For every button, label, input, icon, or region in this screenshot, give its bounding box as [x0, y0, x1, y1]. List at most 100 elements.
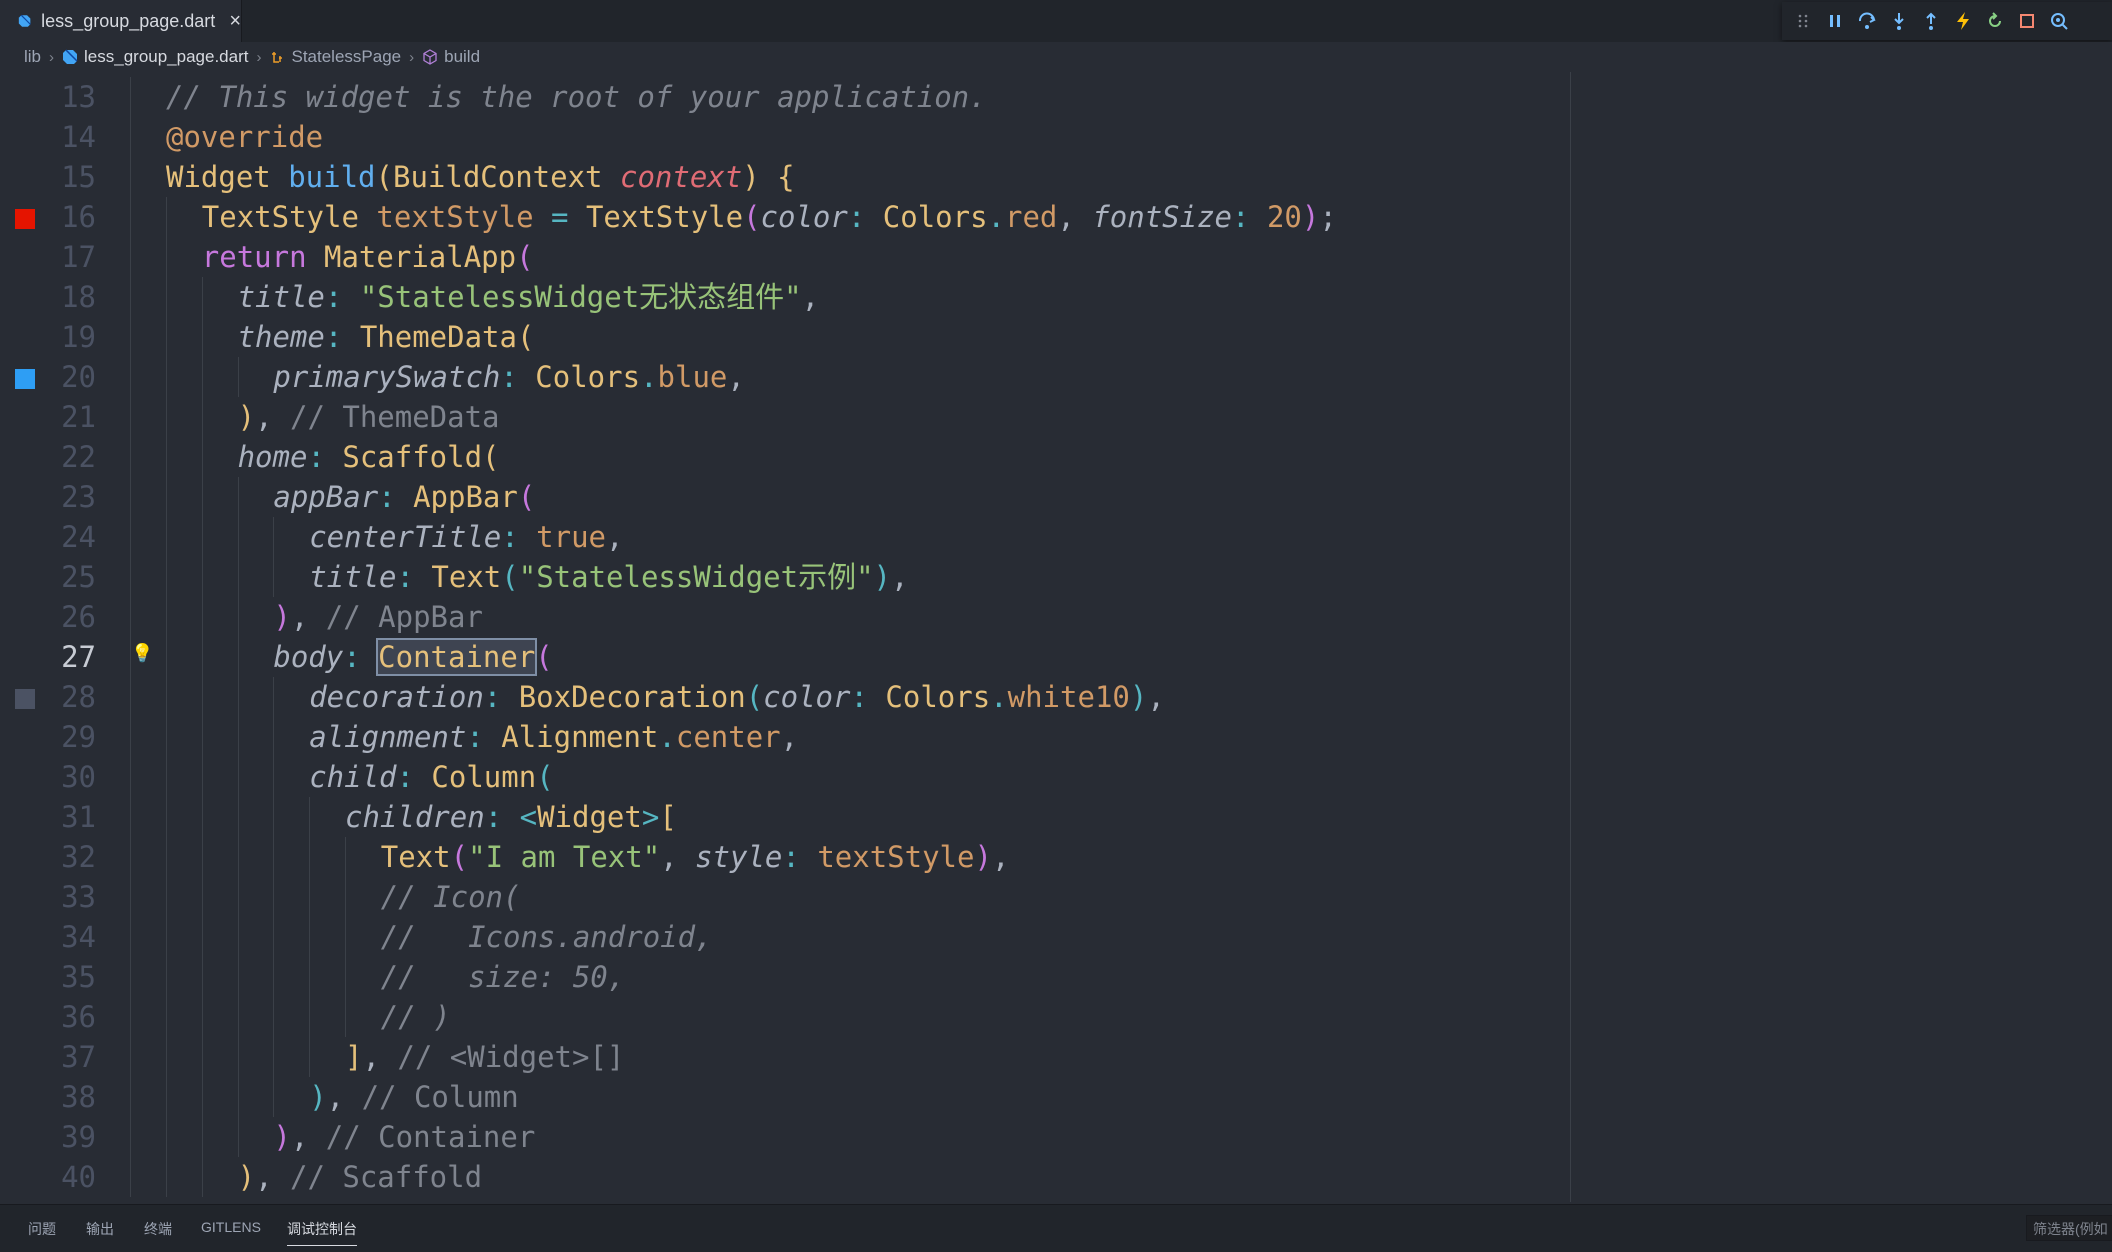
tab-debug-console[interactable]: 调试控制台	[287, 1219, 357, 1246]
code-line[interactable]: // size: 50,	[381, 957, 625, 997]
code-line[interactable]: // )	[381, 997, 451, 1037]
indent-guide	[237, 557, 239, 597]
code-line[interactable]: ), // Column	[309, 1077, 519, 1117]
line-number: 13	[61, 80, 96, 114]
gutter-line[interactable]: 39	[0, 1117, 130, 1157]
tab-terminal[interactable]: 终端	[144, 1219, 172, 1245]
code-line[interactable]: Widget build(BuildContext context) {	[166, 157, 795, 197]
gutter-line[interactable]: 28	[0, 677, 130, 717]
gutter-line[interactable]: 24	[0, 517, 130, 557]
gutter-line[interactable]: 37	[0, 1037, 130, 1077]
code-line[interactable]: return MaterialApp(	[202, 237, 534, 277]
code-line[interactable]: body: Container(	[273, 637, 553, 677]
code-line[interactable]: decoration: BoxDecoration(color: Colors.…	[309, 677, 1165, 717]
code-line[interactable]: ), // AppBar	[273, 597, 483, 637]
breadcrumb-item-class[interactable]: StatelessPage	[269, 47, 401, 67]
tab-problems[interactable]: 问题	[28, 1219, 56, 1245]
drag-handle-icon[interactable]	[1792, 10, 1814, 32]
step-out-icon[interactable]	[1920, 10, 1942, 32]
code-line[interactable]: ), // ThemeData	[238, 397, 500, 437]
line-number: 22	[61, 440, 96, 474]
gutter-line[interactable]: 17	[0, 237, 130, 277]
gutter-line[interactable]: 34	[0, 917, 130, 957]
hot-reload-icon[interactable]	[1952, 10, 1974, 32]
editor-ruler	[1570, 72, 1571, 1202]
gutter-line[interactable]: 26	[0, 597, 130, 637]
code-line[interactable]: appBar: AppBar(	[273, 477, 535, 517]
gutter-line[interactable]: 40	[0, 1157, 130, 1197]
tab-less-group-page[interactable]: less_group_page.dart ×	[0, 0, 242, 42]
code-line[interactable]: Text("I am Text", style: textStyle),	[381, 837, 1010, 877]
code-line[interactable]: TextStyle textStyle = TextStyle(color: C…	[202, 197, 1337, 237]
code-token: home	[237, 440, 308, 474]
breakpoint-gray-icon[interactable]	[15, 689, 35, 709]
tab-gitlens[interactable]: GITLENS	[201, 1219, 261, 1241]
pause-icon[interactable]	[1824, 10, 1846, 32]
code-line[interactable]: primarySwatch: Colors.blue,	[273, 357, 744, 397]
code-token: :	[850, 680, 886, 714]
lightbulb-icon[interactable]: 💡	[131, 643, 153, 664]
gutter-line[interactable]: 27 💡	[0, 637, 153, 677]
code-line[interactable]: title: Text("StatelessWidget示例"),	[309, 557, 908, 597]
breadcrumb-item-method[interactable]: build	[422, 47, 480, 67]
restart-icon[interactable]	[1984, 10, 2006, 32]
gutter-line[interactable]: 32	[0, 837, 130, 877]
gutter-line[interactable]: 22	[0, 437, 130, 477]
gutter-line[interactable]: 29	[0, 717, 130, 757]
indent-guide	[166, 517, 167, 557]
gutter-line[interactable]: 18	[0, 277, 130, 317]
line-number: 31	[61, 800, 96, 834]
indent-guide	[166, 1117, 167, 1157]
code-line[interactable]: theme: ThemeData(	[238, 317, 535, 357]
code-token: :	[1232, 200, 1267, 234]
gutter-line[interactable]: 19	[0, 317, 130, 357]
indent-guide	[130, 1037, 132, 1077]
code-line[interactable]: centerTitle: true,	[309, 517, 623, 557]
code-line[interactable]: @override	[166, 117, 323, 157]
step-into-icon[interactable]	[1888, 10, 1910, 32]
gutter-line[interactable]: 15	[0, 157, 130, 197]
filter-input[interactable]: 筛选器(例如	[2026, 1215, 2112, 1241]
gutter-line[interactable]: 38	[0, 1077, 130, 1117]
code-line[interactable]: ), // Container	[273, 1117, 535, 1157]
code-line[interactable]: children: <Widget>[	[345, 797, 677, 837]
code-line[interactable]: // Icons.android,	[381, 917, 713, 957]
code-line[interactable]: ), // Scaffold	[238, 1157, 482, 1197]
gutter-line[interactable]: 30	[0, 757, 130, 797]
breakpoint-blue-icon[interactable]	[15, 369, 35, 389]
line-number: 23	[61, 480, 96, 514]
gutter-line[interactable]: 25	[0, 557, 130, 597]
breadcrumb-item-lib[interactable]: lib	[24, 47, 41, 67]
gutter-line[interactable]: 35	[0, 957, 130, 997]
code-line[interactable]: alignment: Alignment.center,	[309, 717, 798, 757]
gutter-line[interactable]: 36	[0, 997, 130, 1037]
gutter-line[interactable]: 20	[0, 357, 130, 397]
tab-output[interactable]: 输出	[86, 1219, 114, 1245]
indent-guide	[237, 837, 239, 877]
code-editor[interactable]: 13 // This widget is the root of your app…	[0, 72, 2112, 1202]
code-line[interactable]: title: "StatelessWidget无状态组件",	[238, 277, 820, 317]
gutter-line[interactable]: 31	[0, 797, 130, 837]
code-line[interactable]: child: Column(	[309, 757, 553, 797]
breadcrumb-item-file[interactable]: less_group_page.dart	[62, 47, 248, 67]
code-line[interactable]: // This widget is the root of your appli…	[166, 77, 987, 117]
indent-guide	[130, 517, 132, 557]
gutter-line[interactable]: 21	[0, 397, 130, 437]
code-token: :	[324, 280, 360, 314]
inspect-widget-icon[interactable]	[2048, 10, 2070, 32]
gutter-line[interactable]: 14	[0, 117, 130, 157]
code-token: return	[201, 240, 325, 274]
code-line[interactable]: ], // <Widget>[]	[345, 1037, 624, 1077]
gutter-line[interactable]: 23	[0, 477, 130, 517]
gutter-line[interactable]: 33	[0, 877, 130, 917]
code-line[interactable]: home: Scaffold(	[238, 437, 500, 477]
code-token: child	[309, 760, 397, 794]
breakpoint-red-icon[interactable]	[15, 209, 35, 229]
code-line[interactable]: // Icon(	[381, 877, 521, 917]
close-icon[interactable]: ×	[229, 11, 241, 31]
line-number: 29	[61, 720, 96, 754]
stop-icon[interactable]	[2016, 10, 2038, 32]
gutter-line[interactable]: 16	[0, 197, 130, 237]
step-over-icon[interactable]	[1856, 10, 1878, 32]
gutter-line[interactable]: 13	[0, 77, 130, 117]
